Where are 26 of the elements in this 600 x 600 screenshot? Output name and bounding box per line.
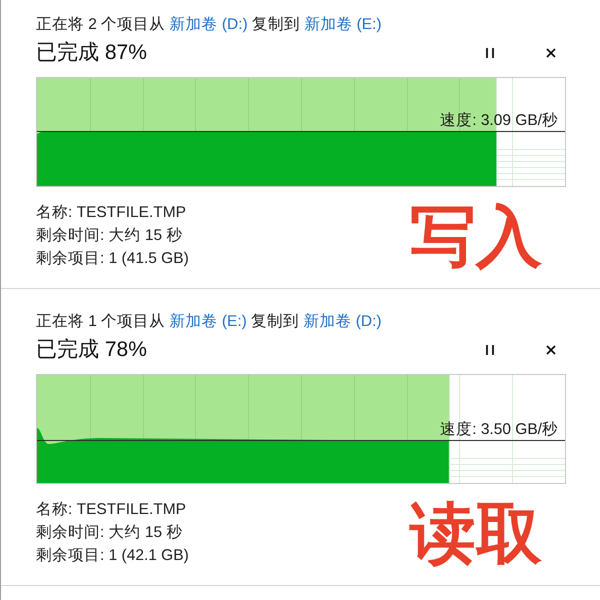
items-remaining-text: 剩余项目: 1 (42.1 GB) (36, 546, 189, 566)
time-remaining-text: 剩余时间: 大约 15 秒 (36, 226, 184, 246)
copy-description: 正在将 1 个项目从 新加卷 (E:) 复制到 新加卷 (D:) (36, 312, 382, 332)
copy-description: 正在将 2 个项目从 新加卷 (D:) 复制到 新加卷 (E:) (36, 15, 382, 35)
drive-link[interactable]: 新加卷 (D:) (170, 16, 248, 33)
pause-icon (486, 345, 494, 355)
drive-link[interactable]: 新加卷 (E:) (170, 313, 247, 330)
pause-button[interactable] (484, 46, 496, 60)
close-icon (546, 48, 556, 58)
time-remaining-text: 剩余时间: 大约 15 秒 (36, 522, 184, 542)
annotation-label: 写入 (410, 201, 542, 271)
pause-button[interactable] (484, 343, 496, 357)
file-name-text: 名称: TESTFILE.TMP (36, 202, 187, 222)
close-button[interactable] (544, 46, 558, 60)
close-icon (546, 345, 556, 355)
progress-status: 已完成 87% (36, 40, 147, 66)
speed-label: 速度: 3.50 GB/秒 (440, 421, 558, 439)
close-button[interactable] (544, 343, 558, 357)
items-remaining-text: 剩余项目: 1 (41.5 GB) (36, 248, 189, 268)
drive-link[interactable]: 新加卷 (D:) (303, 313, 382, 330)
progress-status: 已完成 78% (36, 337, 147, 363)
file-name-text: 名称: TESTFILE.TMP (36, 500, 187, 520)
annotation-label: 读取 (410, 498, 542, 568)
drive-link[interactable]: 新加卷 (E:) (304, 16, 382, 33)
pause-icon (486, 48, 494, 58)
speed-label: 速度: 3.09 GB/秒 (440, 112, 558, 130)
